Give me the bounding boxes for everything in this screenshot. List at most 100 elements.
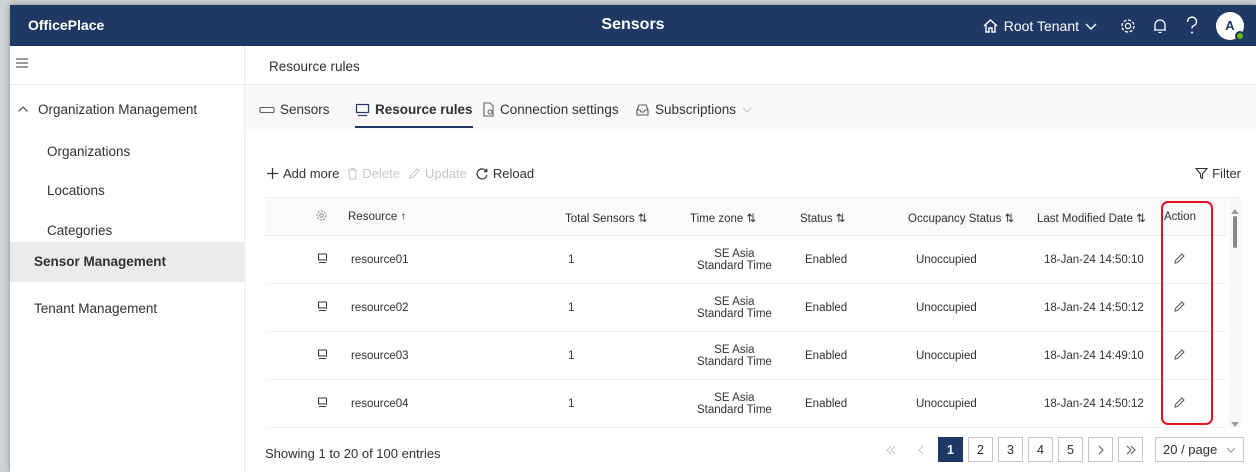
page-5-button[interactable]: 5 (1058, 437, 1083, 462)
tab-subscriptions[interactable]: Subscriptions (635, 102, 753, 117)
table-row[interactable]: resource03 1 SE Asia Standard Time Enable… (265, 332, 1227, 380)
time-zone-line2: Standard Time (697, 404, 772, 416)
delete-button[interactable]: Delete (347, 166, 400, 181)
settings-icon[interactable] (1112, 10, 1144, 41)
page-2-button[interactable]: 2 (968, 437, 993, 462)
sensor-icon (259, 106, 275, 113)
sidebar-item-locations[interactable]: Locations (47, 183, 105, 198)
table-row[interactable]: resource02 1 SE Asia Standard Time Enable… (265, 284, 1227, 332)
page-size-select[interactable]: 20 / page (1155, 437, 1244, 462)
sidebar-item-organizations[interactable]: Organizations (47, 144, 130, 159)
entries-summary: Showing 1 to 20 of 100 entries (265, 446, 441, 461)
app-window: OfficePlace Sensors Root Tenant A Organi… (10, 5, 1256, 472)
resource-name[interactable]: resource02 (351, 302, 409, 314)
next-page-button[interactable] (1088, 437, 1113, 462)
top-bar-actions: Root Tenant A (982, 10, 1245, 41)
sidebar-group-organization-management[interactable]: Organization Management (10, 94, 245, 124)
status: Enabled (805, 302, 848, 314)
update-label: Update (424, 166, 467, 181)
total-sensors: 1 (568, 398, 575, 410)
tab-bar: Sensors Resource rules Connection settin… (246, 85, 1256, 132)
last-modified-date: 18-Jan-24 14:50:12 (1044, 398, 1144, 410)
occupancy-status: Unoccupied (916, 398, 977, 410)
header-occupancy-status[interactable]: Occupancy Status ⇅ (908, 211, 1014, 225)
time-zone-line1: SE Asia (714, 344, 755, 356)
last-modified-date: 18-Jan-24 14:50:10 (1044, 254, 1144, 266)
scroll-down-arrow-icon[interactable] (1231, 416, 1239, 431)
occupancy-status: Unoccupied (916, 254, 977, 266)
total-sensors: 1 (568, 350, 575, 362)
resource-name[interactable]: resource01 (351, 254, 409, 266)
tenant-selector[interactable]: Root Tenant (982, 18, 1098, 34)
help-icon[interactable] (1176, 10, 1208, 41)
table-header: Resource ↑ Total Sensors ⇅ Time zone ⇅ S… (265, 198, 1227, 236)
tab-connection-settings[interactable]: Connection settings (482, 102, 619, 117)
command-bar: Add more Delete Update Reload (266, 166, 534, 181)
sidebar-item-sensor-management[interactable]: Sensor Management (10, 242, 245, 282)
header-time-zone[interactable]: Time zone ⇅ (690, 211, 756, 225)
vertical-scrollbar[interactable] (1229, 198, 1241, 428)
page-1-button[interactable]: 1 (938, 437, 963, 462)
first-page-button[interactable] (878, 437, 903, 462)
bell-icon[interactable] (1144, 10, 1176, 41)
resource-name[interactable]: resource04 (351, 398, 409, 410)
chevron-right-icon (1098, 445, 1104, 454)
trash-icon (348, 167, 358, 180)
table-row[interactable]: resource01 1 SE Asia Standard Time Enable… (265, 236, 1227, 284)
chevron-down-icon (1085, 23, 1097, 30)
brand-logo[interactable]: OfficePlace (28, 17, 104, 33)
last-modified-date: 18-Jan-24 14:50:12 (1044, 302, 1144, 314)
reload-icon (476, 167, 488, 179)
scroll-up-arrow-icon[interactable] (1231, 202, 1239, 217)
scrollbar-thumb[interactable] (1233, 216, 1237, 248)
tab-sensors[interactable]: Sensors (259, 102, 330, 117)
resource-rules-table: Resource ↑ Total Sensors ⇅ Time zone ⇅ S… (265, 197, 1241, 428)
edit-icon (409, 168, 420, 179)
edit-pencil-icon[interactable] (1173, 396, 1186, 412)
user-avatar[interactable]: A (1216, 11, 1245, 41)
total-sensors: 1 (568, 302, 575, 314)
main-area: Resource rules Sensors Resource rules Co… (246, 46, 1256, 472)
page-size-value: 20 / page (1163, 442, 1218, 457)
filter-icon (1195, 167, 1209, 180)
breadcrumb: Resource rules (269, 59, 360, 74)
time-zone: SE Asia Standard Time (697, 248, 772, 272)
tab-label: Sensors (280, 102, 330, 117)
prev-page-button[interactable] (908, 437, 933, 462)
sidebar-item-categories[interactable]: Categories (47, 223, 112, 238)
time-zone-line1: SE Asia (714, 392, 755, 404)
sidebar: Organization Management Organizations Lo… (10, 46, 245, 472)
doc-settings-icon (483, 102, 494, 117)
time-zone-line1: SE Asia (714, 296, 755, 308)
header-last-modified-date[interactable]: Last Modified Date ⇅ (1037, 211, 1146, 225)
chevron-down-icon (1226, 447, 1236, 453)
status: Enabled (805, 254, 848, 266)
filter-button[interactable]: Filter (1195, 166, 1241, 181)
edit-pencil-icon[interactable] (1173, 348, 1186, 364)
page-3-button[interactable]: 3 (998, 437, 1023, 462)
last-page-button[interactable] (1118, 437, 1143, 462)
add-more-button[interactable]: Add more (266, 166, 339, 181)
hamburger-menu-icon[interactable] (14, 56, 30, 73)
resource-name[interactable]: resource03 (351, 350, 409, 362)
tab-label: Connection settings (500, 102, 619, 117)
table-row[interactable]: resource04 1 SE Asia Standard Time Enable… (265, 380, 1227, 428)
header-total-sensors[interactable]: Total Sensors ⇅ (565, 211, 648, 225)
time-zone-line2: Standard Time (697, 260, 772, 272)
sidebar-item-tenant-management[interactable]: Tenant Management (34, 301, 157, 316)
edit-pencil-icon[interactable] (1173, 252, 1186, 268)
header-action: Action (1164, 211, 1196, 223)
update-button[interactable]: Update (408, 166, 467, 181)
breadcrumb-bar: Resource rules (246, 46, 1256, 85)
header-status[interactable]: Status ⇅ (800, 211, 845, 225)
monitor-icon (355, 103, 370, 116)
column-settings-icon[interactable] (315, 209, 328, 225)
inbox-icon (636, 103, 649, 116)
tab-resource-rules[interactable]: Resource rules (355, 102, 473, 128)
presence-status-dot (1235, 30, 1245, 41)
edit-pencil-icon[interactable] (1173, 300, 1186, 316)
page-4-button[interactable]: 4 (1028, 437, 1053, 462)
tenant-label: Root Tenant (1003, 17, 1079, 34)
header-resource[interactable]: Resource ↑ (348, 211, 406, 223)
reload-button[interactable]: Reload (475, 166, 534, 181)
